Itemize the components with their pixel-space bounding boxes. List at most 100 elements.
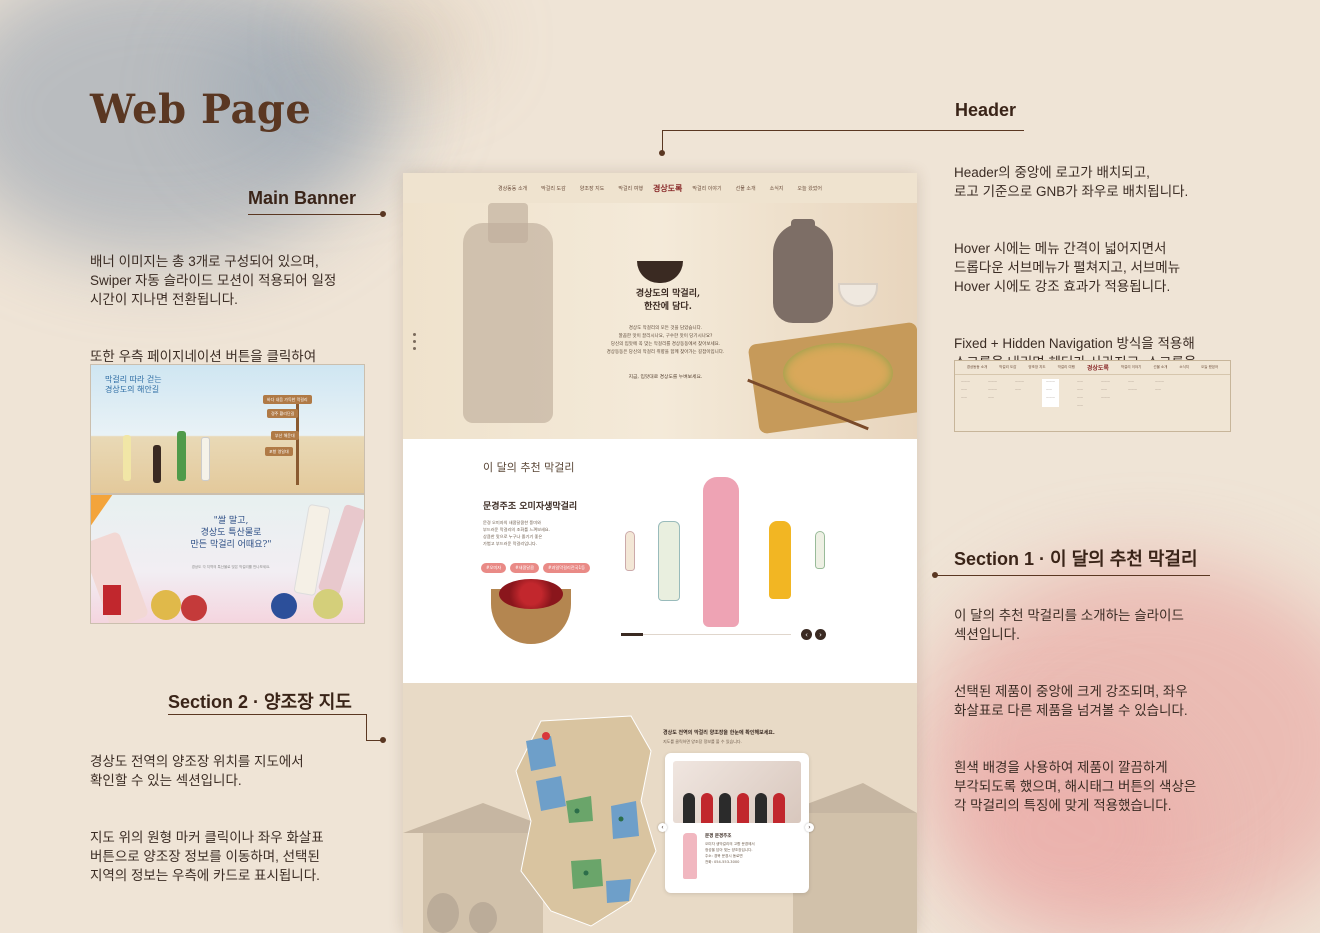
slider-progress-fill [621, 633, 643, 636]
prev-arrow-icon[interactable]: ‹ [658, 823, 667, 832]
nav-preview-submenus: ——— —— —— ——— ——— —— ——— —— ——— —— ——— —— —— —— ——… [961, 379, 1164, 407]
nav-preview-item: 선물 소개 [1153, 365, 1168, 369]
gnb-item[interactable]: 양조장 지도 [580, 185, 605, 192]
header-desc-1: Header의 중앙에 로고가 배치되고, 로고 기준으로 GNB가 좌우로 배… [954, 165, 1189, 199]
banner-cta: 지금, 입맛대로 경상도를 누벼보세요. [628, 375, 703, 380]
thumb2-subtext: 경상도 각 지역의 특산물로 빚은 막걸리를 만나보세요. [191, 565, 271, 569]
nav-preview-item: 막걸리 도감 [999, 365, 1017, 369]
gyeongsang-map[interactable] [511, 711, 661, 931]
product-name: 문경주조 오미자생막걸리 [483, 502, 578, 512]
nav-preview-item: 막걸리 여행 [1057, 365, 1075, 369]
gnb-item[interactable]: 막걸리 이야기 [692, 185, 721, 192]
map-marker-icon [574, 808, 580, 814]
bottle-label [103, 585, 121, 615]
annotation-dot [659, 150, 665, 156]
next-arrow-icon[interactable]: › [805, 823, 814, 832]
section2-desc-2: 지도 위의 원형 마커 클릭이나 좌우 화살표 버튼으로 양조장 정보를 이동하… [90, 830, 324, 883]
pagination-dot[interactable] [413, 333, 416, 336]
section1-desc-3: 흰색 배경을 사용하여 제품이 깔끔하게 부각되도록 했으며, 해시태그 버튼의… [954, 760, 1197, 813]
mock-gnb-left: 경상동동 소개 막걸리 도감 양조장 지도 막걸리 여행 [498, 185, 643, 192]
section1-title: Section 1 · 이 달의 추천 막걸리 [954, 549, 1198, 569]
map-region [611, 801, 639, 839]
brewery-name: 문경 문경주조 [705, 834, 732, 839]
hashtag-button[interactable]: #새콤달콤 [510, 563, 539, 573]
annotation-line [248, 214, 383, 215]
nav-preview-item: 소식지 [1179, 365, 1190, 369]
banner-text: 경상도 막걸리의 모든 것을 담았습니다. 깔끔한 맛이 끌리시나요, 구수한 … [606, 326, 725, 355]
map-marker-icon [618, 816, 624, 822]
mock-main-banner: 경상도의 막걸리, 한잔에 담다. 경상도 막걸리의 모든 것을 담았습니다. … [403, 203, 917, 439]
mock-header: 경상동동 소개 막걸리 도감 양조장 지도 막걸리 여행 경상도록 막걸리 이야… [403, 173, 917, 203]
navigation-preview: 경상동동 소개 막걸리 도감 양조장 지도 막걸리 여행 경상도록 막걸리 이야… [954, 360, 1231, 432]
banner-tagline: 경상도의 막걸리, 한잔에 담다. [635, 289, 701, 312]
submenu-column: ———————— [1101, 379, 1110, 399]
product-bottle[interactable] [769, 521, 791, 599]
sign-label: 경주 황리단길 [267, 409, 299, 418]
section2-title: Section 2 · 양조장 지도 [168, 692, 352, 712]
fruit-image [181, 595, 207, 621]
berries-image [499, 579, 563, 609]
fruit-image [151, 590, 181, 620]
bottle-image [201, 437, 210, 481]
page-title: Web Page [90, 86, 312, 133]
bottle-silhouette [463, 223, 553, 423]
section2-heading: 경상도 전역의 막걸리 양조장을 한눈에 확인해보세요. [663, 730, 775, 736]
map-region [536, 776, 566, 811]
pancake-image [783, 343, 893, 403]
nav-preview-item: 경상동동 소개 [966, 365, 988, 369]
hashtag-button[interactable]: #오미자 [481, 563, 507, 573]
annotation-line [936, 575, 1210, 576]
banner-pagination[interactable] [413, 333, 416, 350]
background-wash-brown [320, 0, 480, 80]
submenu-column: ——— —— —— [961, 379, 970, 399]
submenu-column: ————— [1128, 379, 1137, 391]
hashtag-button[interactable]: #과일막걸리전국1등 [543, 563, 590, 573]
product-bottle-featured[interactable] [703, 477, 739, 627]
section1-heading: 이 달의 추천 막걸리 [483, 461, 575, 474]
submenu-column-highlight: ——— —— ——— [1042, 379, 1059, 407]
banner-thumbnail-1: 막걸리 따라 걷는 경상도의 해안길 바다 내음 가득한 막걸리 경주 황리단길… [90, 364, 365, 494]
gnb-item[interactable]: 경상동동 소개 [498, 185, 527, 192]
section2-desc-1: 경상도 전역의 양조장 위치를 지도에서 확인할 수 있는 섹션입니다. [90, 754, 304, 788]
annotation-line [366, 714, 367, 740]
main-banner-title: Main Banner [248, 188, 357, 208]
banner-thumbnail-2: "쌀 말고, 경상도 특산물로 만든 막걸리 어때요?" 경상도 각 지역의 특… [90, 494, 365, 624]
submenu-column: ————— [1155, 379, 1164, 391]
bottle-image [91, 495, 129, 530]
section1-desc-2: 선택된 제품이 중앙에 크게 강조되며, 좌우 화살표로 다른 제품을 넘겨볼 … [954, 684, 1188, 718]
mock-section2: 경상도 전역의 막걸리 양조장을 한눈에 확인해보세요. 지도를 클릭하면 양조… [403, 683, 917, 933]
product-description: 문경 오미자의 새콤달콤한 풍미와 부드러운 막걸리의 조화를 느껴보세요. 상… [483, 520, 550, 546]
section2-description: 경상도 전역의 양조장 위치를 지도에서 확인할 수 있는 섹션입니다. 지도 … [90, 733, 360, 923]
header-desc-2: Hover 시에는 메뉴 간격이 넓어지면서 드롭다운 서브메뉴가 펼쳐지고, … [954, 241, 1181, 294]
nav-preview-item: 막걸리 이야기 [1120, 365, 1142, 369]
brewery-bottle [683, 833, 697, 879]
prev-arrow-icon[interactable]: ‹ [801, 629, 812, 640]
bottle-image [153, 445, 161, 483]
gnb-item[interactable]: 막걸리 도감 [541, 185, 566, 192]
submenu-column: ———————— [988, 379, 997, 399]
website-mockup: 경상동동 소개 막걸리 도감 양조장 지도 막걸리 여행 경상도록 막걸리 이야… [403, 173, 917, 933]
annotation-dot [380, 737, 386, 743]
gnb-item[interactable]: 선물 소개 [736, 185, 756, 192]
thumb1-title: 막걸리 따라 걷는 경상도의 해안길 [105, 375, 162, 394]
pagination-dot[interactable] [413, 340, 416, 343]
pagination-dot[interactable] [413, 347, 416, 350]
bottle-image [177, 431, 186, 481]
map-marker-icon [583, 870, 589, 876]
gnb-item[interactable]: 오늘 왔었어 [797, 185, 822, 192]
product-bottle[interactable] [625, 531, 635, 571]
annotation-dot [932, 572, 938, 578]
gnb-item[interactable]: 소식지 [770, 185, 784, 192]
mock-logo[interactable]: 경상도록 [653, 183, 682, 194]
sign-label: 포항 영일대 [265, 447, 293, 456]
product-bottle[interactable] [658, 521, 680, 601]
jar-image [773, 223, 833, 323]
product-bottle[interactable] [815, 531, 825, 569]
nav-preview-logo: 경상도록 [1086, 365, 1109, 372]
gnb-item[interactable]: 막걸리 여행 [618, 185, 643, 192]
next-arrow-icon[interactable]: › [815, 629, 826, 640]
sign-label: 부산 해운대 [271, 431, 299, 440]
slider-progress-track [621, 634, 791, 635]
submenu-column: ————— [1015, 379, 1024, 391]
brewery-info: 오미자 생막걸리의 고향 문경에서 정성을 담아 빚는 양조장입니다. 주소: … [705, 842, 755, 864]
